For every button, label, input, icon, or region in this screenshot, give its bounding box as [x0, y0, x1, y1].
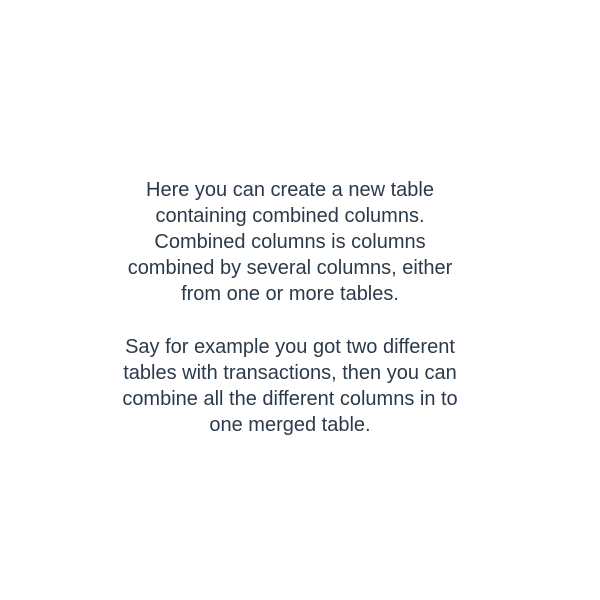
- example-paragraph: Say for example you got two different ta…: [95, 334, 485, 438]
- example-line: tables with transactions, then you can: [123, 362, 457, 384]
- description-line: Here you can create a new table: [146, 179, 434, 201]
- description-line: combined by several columns, either: [127, 257, 453, 279]
- example-line: one merged table.: [209, 414, 371, 436]
- example-line: combine all the different columns in to: [122, 388, 458, 410]
- example-line: Say for example you got two different: [125, 336, 455, 358]
- description-line: containing combined columns.: [155, 205, 425, 227]
- description-line: from one or more tables.: [181, 283, 399, 305]
- description-paragraph: Here you can create a new table containi…: [95, 177, 485, 307]
- description-line: Combined columns is columns: [154, 231, 426, 253]
- info-page: Here you can create a new table containi…: [0, 0, 600, 600]
